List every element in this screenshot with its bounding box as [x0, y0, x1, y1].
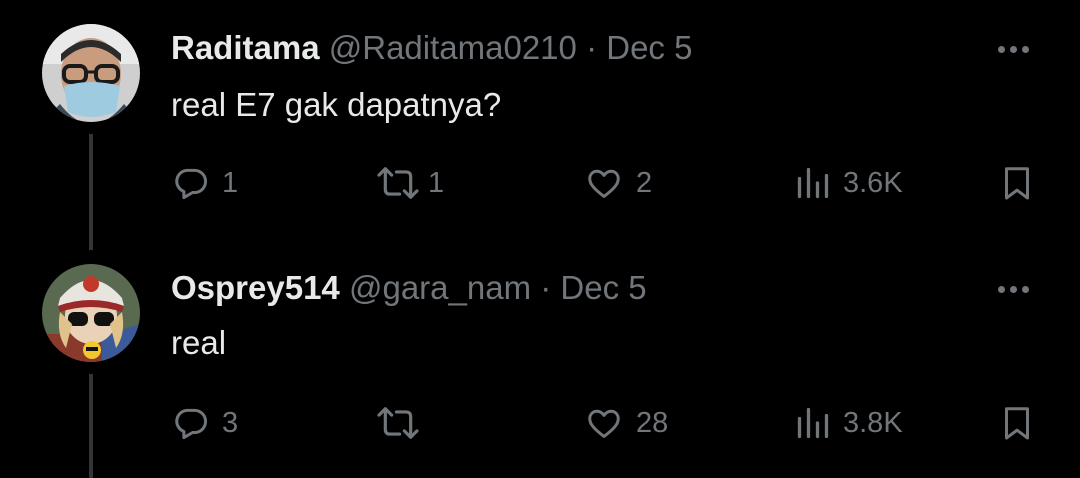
more-icon[interactable]	[998, 279, 1038, 299]
separator: ·	[586, 29, 598, 66]
author-handle[interactable]: @gara_nam	[349, 269, 531, 306]
reply-button[interactable]: 1	[172, 164, 238, 202]
like-count: 28	[636, 406, 669, 439]
author-handle[interactable]: @Raditama0210	[329, 29, 577, 66]
views-count: 3.8K	[843, 406, 903, 439]
reply-icon	[175, 408, 208, 440]
like-icon	[588, 409, 620, 438]
reply-count: 3	[222, 406, 239, 439]
reply-button[interactable]: 3	[172, 404, 238, 442]
more-icon[interactable]	[998, 39, 1038, 59]
reply-icon	[175, 168, 208, 200]
like-button[interactable]: 2	[584, 164, 652, 202]
tweet-text: real E7 gak dapatnya?	[171, 86, 502, 123]
repost-count: 1	[428, 166, 445, 199]
bookmark-icon	[1005, 407, 1029, 440]
repost-button[interactable]	[374, 404, 428, 442]
like-count: 2	[636, 166, 653, 199]
tweet-2[interactable]: Osprey514 @gara_nam · Dec 5 real 3 28 3.…	[0, 250, 1080, 478]
views-button[interactable]: 3.8K	[795, 404, 903, 442]
tweet-text: real	[171, 324, 227, 361]
views-icon	[797, 407, 829, 439]
like-button[interactable]: 28	[584, 404, 668, 442]
repost-icon	[377, 407, 419, 439]
tweet-header: Osprey514 @gara_nam · Dec 5	[171, 268, 647, 308]
author-name[interactable]: Raditama	[171, 29, 320, 66]
reply-count: 1	[222, 166, 239, 199]
tweet-1[interactable]: Raditama @Raditama0210 · Dec 5 real E7 g…	[0, 0, 1080, 250]
views-count: 3.6K	[843, 166, 903, 199]
thread-line	[89, 134, 93, 250]
bookmark-button[interactable]	[999, 163, 1035, 203]
separator: ·	[540, 269, 552, 306]
repost-icon	[377, 167, 419, 199]
tweet-header: Raditama @Raditama0210 · Dec 5	[171, 28, 692, 68]
repost-button[interactable]: 1	[374, 164, 444, 202]
author-name[interactable]: Osprey514	[171, 269, 340, 306]
thread-line	[89, 374, 93, 478]
views-button[interactable]: 3.6K	[795, 164, 903, 202]
bookmark-icon	[1005, 167, 1029, 200]
bookmark-button[interactable]	[999, 403, 1035, 443]
views-icon	[797, 167, 829, 199]
avatar-osprey514[interactable]	[42, 264, 140, 362]
avatar-raditama[interactable]	[42, 24, 140, 122]
tweet-date[interactable]: Dec 5	[606, 29, 692, 66]
like-icon	[588, 169, 620, 198]
tweet-date[interactable]: Dec 5	[560, 269, 646, 306]
